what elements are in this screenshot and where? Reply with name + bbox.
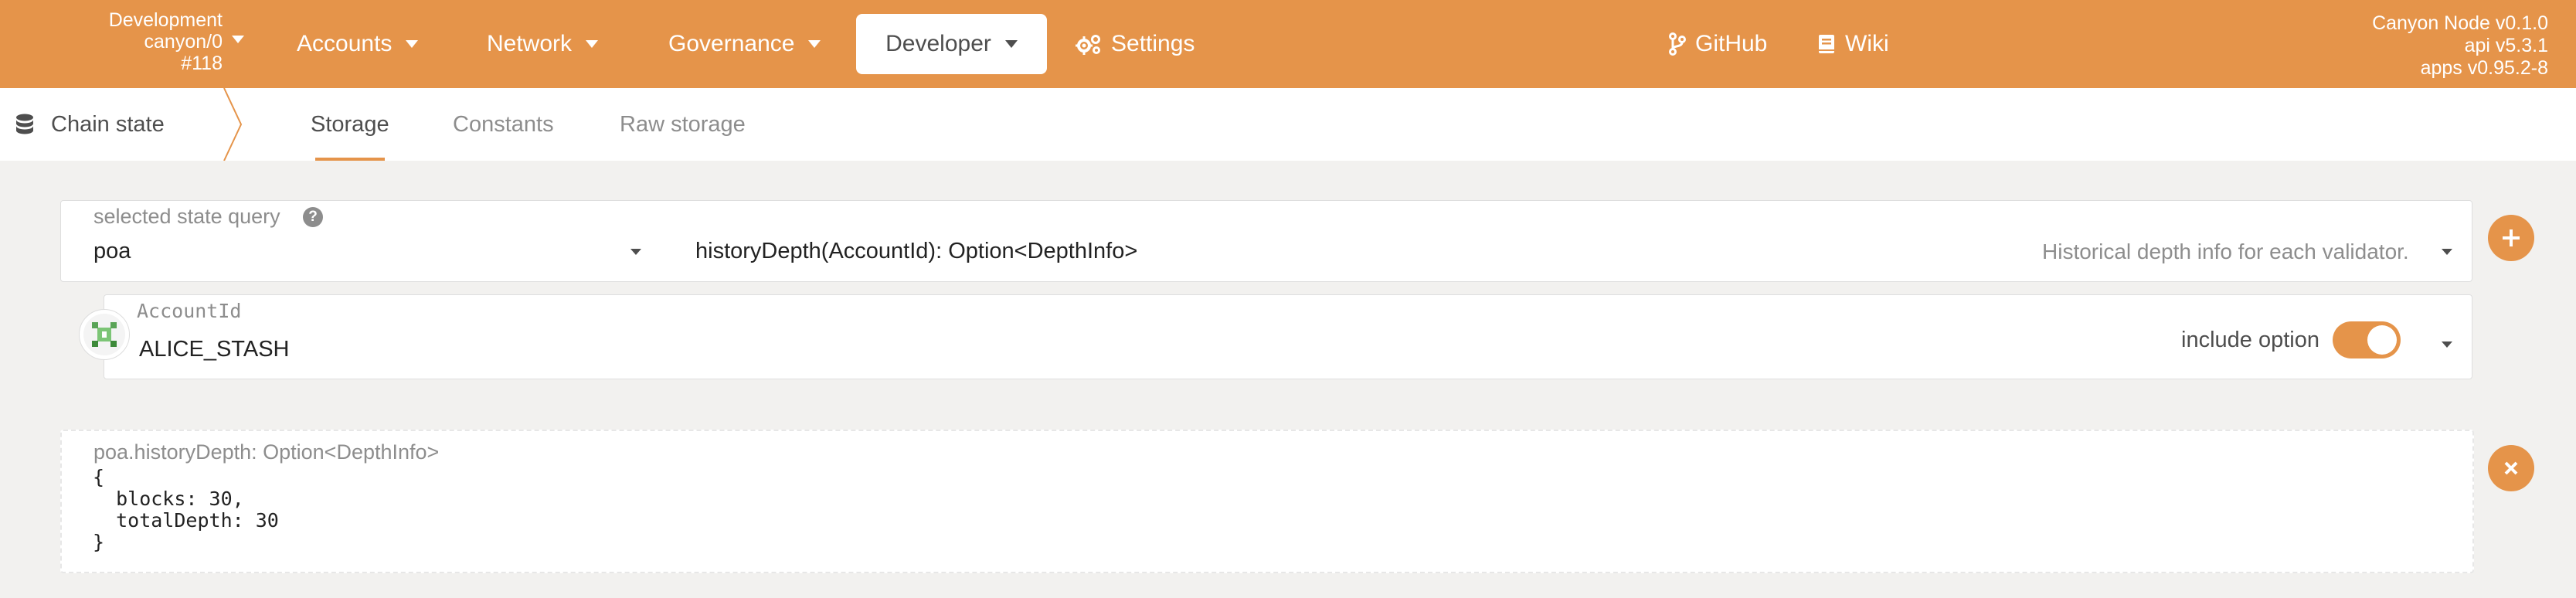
sub-navbar: Chain state Storage Constants Raw storag… (0, 88, 2576, 161)
node-name: Canyon Node v0.1.0 (2372, 12, 2548, 34)
account-dropdown-caret-icon[interactable] (2442, 341, 2452, 348)
result-line: blocks: 30, (93, 488, 244, 510)
code-branch-icon (1669, 32, 1686, 56)
module-dropdown-caret-icon[interactable] (630, 249, 641, 255)
chain-spec: canyon/0 (144, 31, 223, 53)
account-param-card (104, 294, 2472, 379)
link-wiki[interactable]: Wiki (1817, 0, 1889, 88)
database-icon (15, 114, 34, 135)
result-title: poa.historyDepth: Option<DepthInfo> (93, 440, 440, 464)
top-navbar: Development canyon/0 #118 Accounts Netwo… (0, 0, 2576, 88)
result-line: { (93, 466, 105, 488)
include-option-toggle[interactable] (2333, 321, 2401, 358)
caret-down-icon (406, 40, 419, 48)
result-line: } (93, 531, 105, 553)
gears-icon (1076, 33, 1102, 55)
nav-governance[interactable]: Governance (668, 0, 821, 88)
caret-down-icon (586, 40, 599, 48)
chain-selector[interactable]: Development canyon/0 #118 (77, 9, 223, 74)
nav-accounts-label: Accounts (297, 31, 393, 56)
link-github-label: GitHub (1695, 31, 1768, 56)
plus-icon (2503, 229, 2520, 246)
caret-down-icon (808, 40, 821, 48)
method-select[interactable]: historyDepth(AccountId): Option<DepthInf… (695, 239, 1137, 264)
section-title: Chain state (15, 88, 165, 161)
nav-network[interactable]: Network (487, 0, 599, 88)
chain-name: Development (108, 9, 223, 31)
module-select[interactable]: poa (93, 239, 131, 264)
chevron-divider-icon (223, 88, 243, 161)
nav-network-label: Network (487, 31, 573, 56)
tab-raw-storage[interactable]: Raw storage (620, 88, 746, 161)
nav-accounts[interactable]: Accounts (297, 0, 419, 88)
node-version-info: Canyon Node v0.1.0 api v5.3.1 apps v0.95… (2372, 12, 2548, 80)
tab-storage[interactable]: Storage (311, 88, 389, 161)
nav-developer-label: Developer (885, 31, 991, 56)
apps-version: apps v0.95.2-8 (2420, 57, 2548, 79)
account-identicon (79, 309, 130, 360)
chain-selector-caret-icon[interactable] (232, 36, 244, 43)
active-tab-indicator (315, 158, 385, 161)
tab-storage-label: Storage (311, 111, 389, 137)
tab-raw-storage-label: Raw storage (620, 111, 746, 137)
book-icon (1817, 33, 1836, 55)
nav-settings-label: Settings (1111, 31, 1195, 56)
close-icon (2504, 461, 2518, 475)
method-dropdown-caret-icon[interactable] (2442, 249, 2452, 255)
tab-constants-label: Constants (453, 111, 554, 137)
nav-settings[interactable]: Settings (1076, 0, 1195, 88)
section-title-label: Chain state (51, 111, 165, 137)
link-wiki-label: Wiki (1845, 31, 1889, 56)
include-option-label: include option (2181, 328, 2319, 352)
nav-governance-label: Governance (668, 31, 795, 56)
add-query-button[interactable] (2488, 215, 2534, 261)
method-description: Historical depth info for each validator… (2042, 240, 2409, 263)
account-select[interactable]: ALICE_STASH (139, 337, 289, 362)
api-version: api v5.3.1 (2464, 35, 2548, 56)
state-query-label: selected state query (93, 205, 280, 228)
result-line: totalDepth: 30 (93, 509, 279, 532)
account-id-label: AccountId (137, 300, 242, 322)
toggle-knob (2367, 325, 2397, 355)
nav-developer[interactable]: Developer (856, 14, 1047, 74)
caret-down-icon (1004, 40, 1018, 48)
remove-query-button[interactable] (2488, 445, 2534, 491)
result-output: { blocks: 30, totalDepth: 30 } (93, 467, 279, 553)
help-icon[interactable]: ? (303, 207, 323, 227)
link-github[interactable]: GitHub (1669, 0, 1767, 88)
chain-block-number: #118 (181, 53, 223, 74)
tab-constants[interactable]: Constants (453, 88, 554, 161)
